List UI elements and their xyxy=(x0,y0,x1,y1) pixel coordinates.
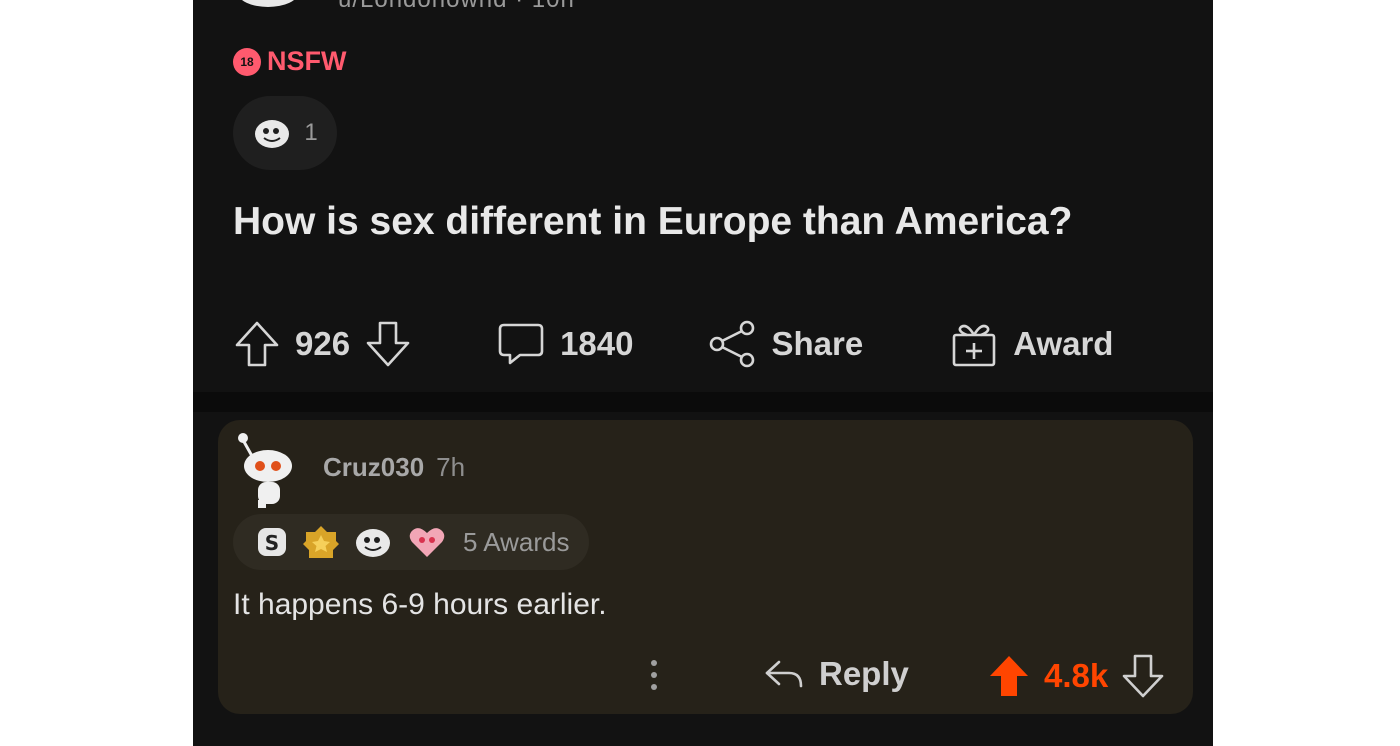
post-header: u/Londonownd · 10h xyxy=(238,0,575,13)
downvote-icon[interactable] xyxy=(1122,654,1164,698)
reply-label: Reply xyxy=(819,655,909,692)
subreddit-avatar[interactable] xyxy=(238,0,298,7)
comment-username[interactable]: Cruz030 xyxy=(323,452,424,483)
post-award-count: 1 xyxy=(304,119,318,146)
share-icon xyxy=(710,320,755,368)
comment-action-bar: Reply 4.8k xyxy=(218,652,1193,708)
wholesome-award-icon xyxy=(356,529,390,557)
comment: Cruz030 7h S 5 Awards It happens 6-9 hou… xyxy=(218,420,1193,714)
gift-icon xyxy=(952,324,996,367)
comment-count: 1840 xyxy=(560,325,634,362)
section-divider xyxy=(193,392,1213,412)
vote-group: 926 xyxy=(233,319,412,369)
comment-body: It happens 6-9 hours earlier. xyxy=(233,588,607,621)
award-button[interactable]: Award xyxy=(949,319,1113,369)
comment-icon xyxy=(498,323,544,365)
gold-award-icon xyxy=(303,526,339,558)
post-title[interactable]: How is sex different in Europe than Amer… xyxy=(233,200,1072,244)
comment-vote-group: 4.8k xyxy=(988,654,1164,698)
nsfw-icon: 18 xyxy=(233,47,261,76)
downvote-icon[interactable] xyxy=(364,319,412,369)
svg-text:S: S xyxy=(265,531,279,555)
comment-meta: Cruz030 7h xyxy=(323,452,465,483)
reply-icon xyxy=(765,660,803,688)
comments-button[interactable]: 1840 xyxy=(496,319,633,369)
share-label: Share xyxy=(771,325,864,362)
silver-award-icon: S xyxy=(258,528,286,556)
nsfw-tag: 18 NSFW xyxy=(233,46,346,77)
share-button[interactable]: Share xyxy=(707,319,863,369)
snoo-avatar-icon[interactable] xyxy=(238,430,298,510)
comment-awards[interactable]: S 5 Awards xyxy=(233,514,590,570)
awards-count-label: 5 Awards xyxy=(463,526,570,557)
post-awards-pill[interactable]: 1 xyxy=(233,96,337,170)
post-score: 926 xyxy=(295,325,351,362)
nsfw-label: NSFW xyxy=(267,46,347,76)
comment-score: 4.8k xyxy=(1044,657,1109,694)
comment-timestamp: 7h xyxy=(436,452,466,482)
reddit-post-screen: u/Londonownd · 10h 18 NSFW 1 How is sex … xyxy=(193,0,1213,746)
reply-button[interactable]: Reply xyxy=(763,654,909,694)
more-options-icon[interactable] xyxy=(651,660,657,690)
post-author[interactable]: u/Londonownd · 10h xyxy=(338,0,575,14)
upvote-filled-icon[interactable] xyxy=(988,654,1030,698)
post-action-bar: 926 1840 Share Award xyxy=(233,316,1163,372)
award-label: Award xyxy=(1013,325,1114,362)
wholesome-award-icon xyxy=(255,120,290,148)
upvote-icon[interactable] xyxy=(233,319,281,369)
heart-award-icon xyxy=(409,528,445,557)
